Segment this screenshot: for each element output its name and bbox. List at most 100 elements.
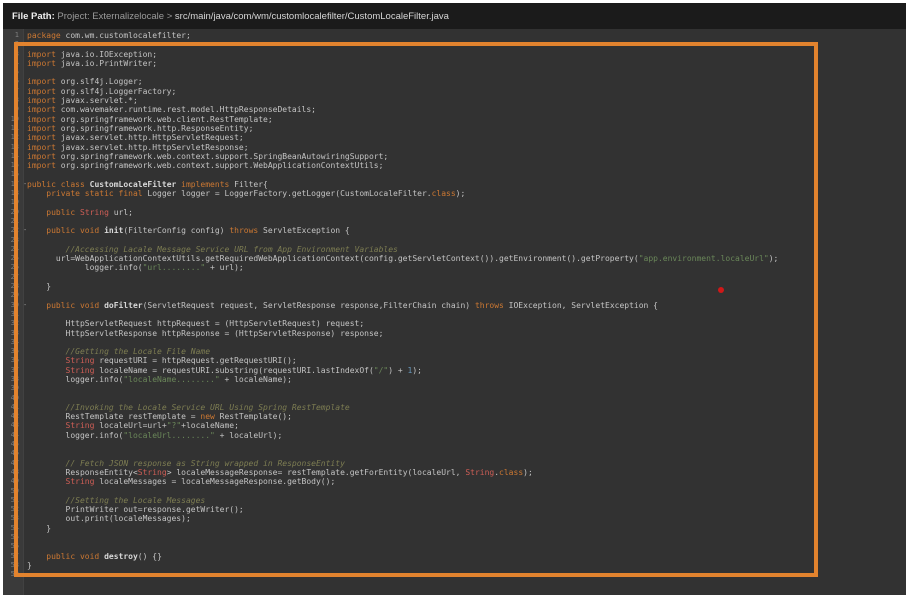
line-number: 33 — [3, 329, 23, 338]
code-line: 35 //Getting the Locale File Name — [3, 347, 906, 356]
code-line: 2 — [3, 40, 906, 49]
code-text: PrintWriter out=response.getWriter(); — [23, 505, 244, 514]
line-number: 50 — [3, 487, 23, 496]
code-text: //Setting the Locale Messages — [23, 496, 205, 505]
line-number: 6 — [3, 77, 23, 86]
code-line: 56 — [3, 542, 906, 551]
code-line: 36 String requestURI = httpRequest.getRe… — [3, 356, 906, 365]
line-number: 31 — [3, 310, 23, 319]
code-text: import org.slf4j.LoggerFactory; — [23, 87, 176, 96]
code-editor-area[interactable]: 1package com.wm.customlocalefilter;23imp… — [3, 29, 906, 595]
line-number: 48 — [3, 468, 23, 477]
code-line: 50 — [3, 487, 906, 496]
code-text: // Fetch JSON response as String wrapped… — [23, 459, 345, 468]
code-line: 29 — [3, 291, 906, 300]
file-path-bar: File Path: Project: Externalizelocale > … — [3, 3, 906, 29]
code-text: import java.io.IOException; — [23, 50, 157, 59]
line-number: 24 — [3, 245, 23, 254]
code-line: 23 — [3, 236, 906, 245]
code-line: 59 — [3, 570, 906, 579]
fold-marker-icon[interactable]: - — [23, 301, 27, 310]
code-text: HttpServletRequest httpRequest = (HttpSe… — [23, 319, 364, 328]
line-number: 57 — [3, 552, 23, 561]
code-line: 43 String localeUrl=url+"?"+localeName; — [3, 421, 906, 430]
line-number: 39 — [3, 384, 23, 393]
code-text: import com.wavemaker.runtime.rest.model.… — [23, 105, 316, 114]
line-number: 40 — [3, 394, 23, 403]
code-line: 42 RestTemplate restTemplate = new RestT… — [3, 412, 906, 421]
code-line: 39 — [3, 384, 906, 393]
code-text: logger.info("localeName........" + local… — [23, 375, 292, 384]
code-text: ResponseEntity<String> localeMessageResp… — [23, 468, 533, 477]
code-text: import javax.servlet.http.HttpServletRes… — [23, 143, 249, 152]
code-line: 22- public void init(FilterConfig config… — [3, 226, 906, 235]
code-text: //Getting the Locale File Name — [23, 347, 210, 356]
code-text: import org.springframework.web.context.s… — [23, 152, 388, 161]
line-number: 52 — [3, 505, 23, 514]
code-line: 1package com.wm.customlocalefilter; — [3, 31, 906, 40]
code-line: 9import com.wavemaker.runtime.rest.model… — [3, 105, 906, 114]
line-number: 54 — [3, 524, 23, 533]
code-text: String requestURI = httpRequest.getReque… — [23, 356, 297, 365]
code-text: public class CustomLocaleFilter implemen… — [23, 180, 268, 189]
line-number: 56 — [3, 542, 23, 551]
line-number: 17 — [3, 180, 23, 189]
code-line: 53 out.print(localeMessages); — [3, 514, 906, 523]
line-number: 51 — [3, 496, 23, 505]
line-number: 18 — [3, 189, 23, 198]
line-number: 8 — [3, 96, 23, 105]
line-number: 47 — [3, 459, 23, 468]
code-line: 40 — [3, 394, 906, 403]
line-number: 10 — [3, 115, 23, 124]
line-number: 27 — [3, 273, 23, 282]
line-number: 11 — [3, 124, 23, 133]
code-line: 49 String localeMessages = localeMessage… — [3, 477, 906, 486]
fold-marker-icon[interactable]: - — [23, 226, 27, 235]
code-line: 41 //Invoking the Locale Service URL Usi… — [3, 403, 906, 412]
line-number: 45 — [3, 440, 23, 449]
code-text: public void doFilter(ServletRequest requ… — [23, 301, 658, 310]
line-number: 26 — [3, 263, 23, 272]
code-line: 15import org.springframework.web.context… — [3, 161, 906, 170]
code-text: HttpServletResponse httpResponse = (Http… — [23, 329, 383, 338]
code-line: 48 ResponseEntity<String> localeMessageR… — [3, 468, 906, 477]
code-line: 47 // Fetch JSON response as String wrap… — [3, 459, 906, 468]
code-line: 7import org.slf4j.LoggerFactory; — [3, 87, 906, 96]
code-text: import javax.servlet.*; — [23, 96, 138, 105]
code-line: 45 — [3, 440, 906, 449]
code-line: 27 — [3, 273, 906, 282]
line-number: 14 — [3, 152, 23, 161]
line-number: 19 — [3, 198, 23, 207]
line-number: 53 — [3, 514, 23, 523]
red-dot-annotation — [718, 287, 724, 293]
line-number: 16 — [3, 170, 23, 179]
fold-marker-icon[interactable]: - — [23, 180, 27, 189]
code-line: 37 String localeName = requestURI.substr… — [3, 366, 906, 375]
line-number: 7 — [3, 87, 23, 96]
line-number: 1 — [3, 31, 23, 40]
line-number: 2 — [3, 40, 23, 49]
code-text: RestTemplate restTemplate = new RestTemp… — [23, 412, 292, 421]
code-text: logger.info("url........" + url); — [23, 263, 244, 272]
line-number: 23 — [3, 236, 23, 245]
code-text: import java.io.PrintWriter; — [23, 59, 157, 68]
line-number: 13 — [3, 143, 23, 152]
line-number: 3 — [3, 50, 23, 59]
code-line: 16 — [3, 170, 906, 179]
project-breadcrumb: Project: Externalizelocale > — [57, 11, 175, 22]
line-number: 49 — [3, 477, 23, 486]
code-line: 12import javax.servlet.http.HttpServletR… — [3, 133, 906, 142]
line-number: 30 — [3, 301, 23, 310]
line-number: 12 — [3, 133, 23, 142]
code-text: //Accessing Lacale Message Service URL f… — [23, 245, 398, 254]
file-path: src/main/java/com/wm/customlocalefilter/… — [175, 11, 449, 22]
code-line: 25 url=WebApplicationContextUtils.getReq… — [3, 254, 906, 263]
code-line: 33 HttpServletResponse httpResponse = (H… — [3, 329, 906, 338]
code-line: 32 HttpServletRequest httpRequest = (Htt… — [3, 319, 906, 328]
line-number: 37 — [3, 366, 23, 375]
line-number: 43 — [3, 421, 23, 430]
code-text: //Invoking the Locale Service URL Using … — [23, 403, 350, 412]
code-text: public void destroy() {} — [23, 552, 162, 561]
code-text: } — [23, 561, 32, 570]
code-line: 55 — [3, 533, 906, 542]
